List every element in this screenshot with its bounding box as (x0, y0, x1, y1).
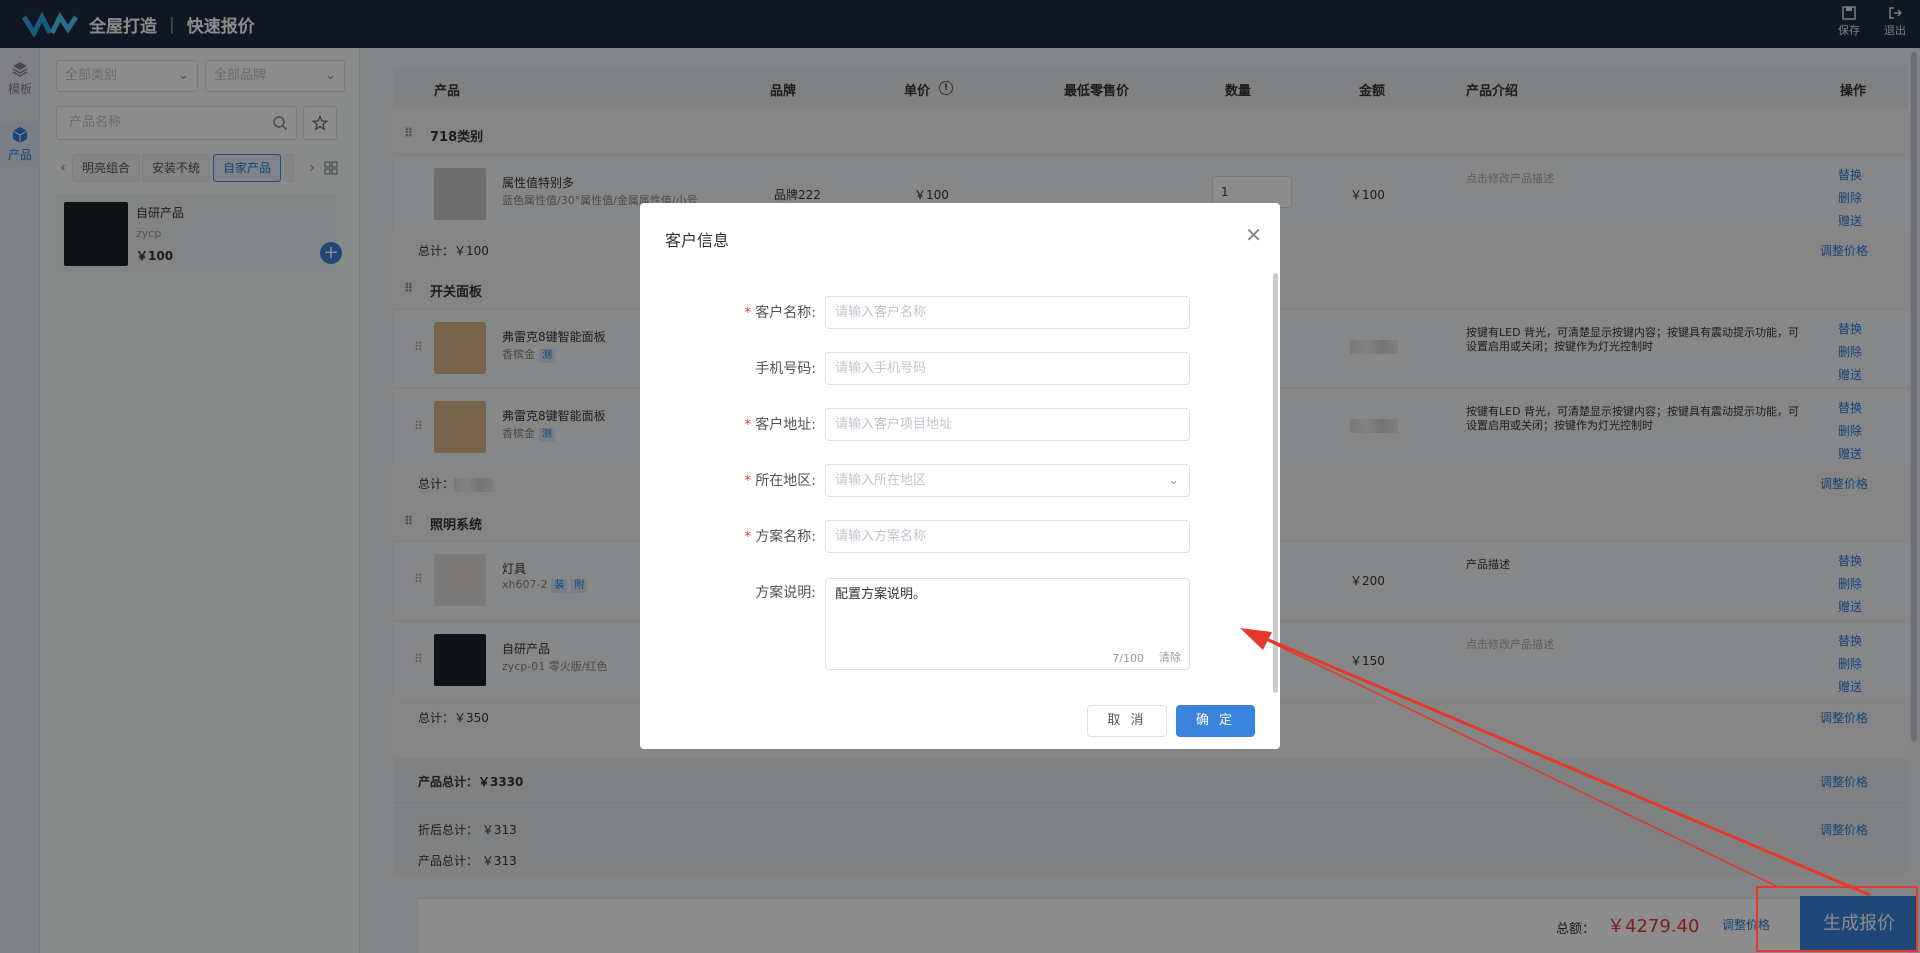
dialog-scrollbar[interactable] (1273, 273, 1278, 693)
region-select[interactable]: 请输入所在地区 ⌄ (825, 464, 1190, 497)
label-text: 方案名称: (755, 529, 816, 545)
plan-desc-label: 方案说明: (755, 585, 816, 601)
clear-button[interactable]: 清除 (1159, 649, 1181, 665)
address-label: * 客户地址: (744, 417, 816, 433)
textarea-value: 配置方案说明。 (835, 587, 927, 602)
customer-name-input[interactable]: 请输入客户名称 (825, 296, 1190, 329)
confirm-button[interactable]: 确 定 (1176, 705, 1255, 737)
phone-input[interactable]: 请输入手机号码 (825, 352, 1190, 385)
input-placeholder: 请输入客户项目地址 (835, 417, 953, 432)
input-placeholder: 请输入手机号码 (835, 361, 927, 376)
char-count: 7/100 (1112, 652, 1144, 665)
label-text: 客户名称: (755, 305, 816, 321)
input-placeholder: 请输入客户名称 (835, 305, 927, 320)
label-text: 客户地址: (755, 417, 816, 433)
input-placeholder: 请输入所在地区 (835, 473, 927, 488)
customer-name-label: * 客户名称: (744, 305, 816, 321)
plan-desc-textarea[interactable]: 配置方案说明。 7/100 清除 (825, 578, 1190, 670)
plan-name-label: * 方案名称: (744, 529, 816, 545)
region-label: * 所在地区: (744, 473, 816, 489)
address-input[interactable]: 请输入客户项目地址 (825, 408, 1190, 441)
customer-info-dialog: 客户信息 ✕ * 客户名称: 请输入客户名称 手机号码: 请输入手机号码 * 客户地… (640, 203, 1280, 749)
label-text: 所在地区: (755, 473, 816, 489)
chevron-down-icon: ⌄ (1168, 473, 1179, 488)
close-icon[interactable]: ✕ (1245, 223, 1262, 247)
dialog-title: 客户信息 (665, 231, 730, 250)
phone-label: 手机号码: (755, 361, 816, 377)
cancel-button[interactable]: 取 消 (1087, 705, 1167, 737)
plan-name-input[interactable]: 请输入方案名称 (825, 520, 1190, 553)
input-placeholder: 请输入方案名称 (835, 529, 927, 544)
highlight-box (1756, 886, 1918, 952)
